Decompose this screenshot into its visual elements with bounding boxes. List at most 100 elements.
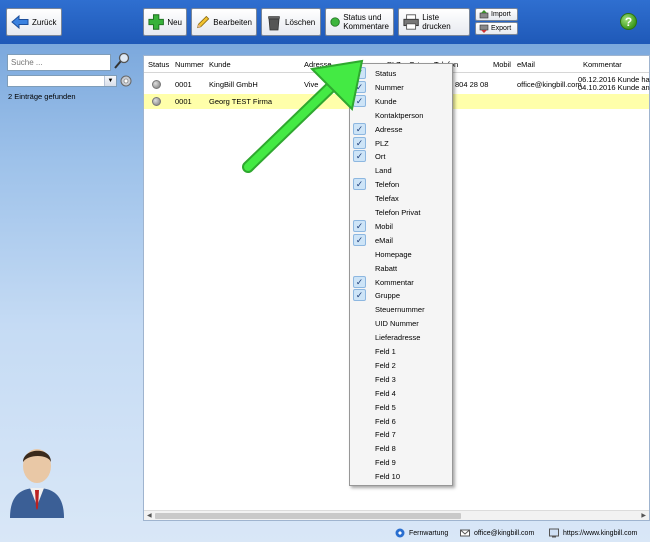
menu-item-gruppe[interactable]: ✓ Gruppe [350, 288, 452, 302]
column-header-kommentar[interactable]: Kommentar [583, 60, 622, 69]
menu-item-feld-2[interactable]: Feld 2 [350, 358, 452, 372]
menu-item-telefon[interactable]: ✓ Telefon [350, 177, 452, 191]
status-dot-icon [330, 17, 340, 27]
column-header-kunde[interactable]: Kunde [209, 60, 231, 69]
menu-item-telefon-privat[interactable]: Telefon Privat [350, 205, 452, 219]
back-button[interactable]: Zurück [6, 8, 62, 36]
export-label: Export [491, 25, 512, 32]
menu-item-label: Feld 5 [375, 402, 396, 412]
menu-item-label: Steuernummer [375, 305, 425, 315]
cell-nummer: 0001 [175, 97, 192, 106]
menu-item-feld-6[interactable]: Feld 6 [350, 414, 452, 428]
menu-item-homepage[interactable]: Homepage [350, 247, 452, 261]
new-button-label: Neu [167, 17, 182, 27]
column-header-mobil[interactable]: Mobil [493, 60, 511, 69]
menu-item-label: PLZ [375, 138, 389, 148]
column-header-adresse[interactable]: Adresse [304, 60, 332, 69]
menu-item-steuernummer[interactable]: Steuernummer [350, 302, 452, 316]
menu-item-email[interactable]: ✓ eMail [350, 233, 452, 247]
status-label-line2: Kommentare [343, 22, 389, 31]
delete-button-label: Löschen [285, 17, 316, 27]
menu-item-feld-10[interactable]: Feld 10 [350, 469, 452, 483]
gear-icon[interactable] [120, 75, 132, 87]
menu-item-ort[interactable]: ✓ Ort [350, 149, 452, 163]
scroll-right-icon[interactable]: ▶ [641, 512, 646, 519]
column-header-status[interactable]: Status [148, 60, 169, 69]
menu-item-land[interactable]: Land [350, 163, 452, 177]
website-link-label: https://www.kingbill.com [563, 529, 638, 537]
print-list-button[interactable]: Liste drucken [398, 8, 470, 36]
search-input[interactable] [7, 54, 111, 71]
export-icon [479, 24, 489, 33]
menu-item-rabatt[interactable]: Rabatt [350, 261, 452, 275]
results-count: 2 Einträge gefunden [8, 92, 76, 101]
cell-nummer: 0001 [175, 80, 192, 89]
globe-icon [549, 528, 559, 538]
menu-item-mobil[interactable]: ✓ Mobil [350, 219, 452, 233]
menu-item-feld-5[interactable]: Feld 5 [350, 400, 452, 414]
remote-support-label: Fernwartung [409, 529, 449, 537]
menu-item-kunde[interactable]: ✓ Kunde [350, 94, 452, 108]
menu-item-plz[interactable]: ✓ PLZ [350, 136, 452, 150]
menu-item-label: Feld 10 [375, 472, 401, 482]
menu-item-feld-4[interactable]: Feld 4 [350, 386, 452, 400]
menu-item-label: Feld 6 [375, 416, 396, 426]
filter-combobox[interactable]: ▼ [7, 75, 117, 87]
menu-item-nummer[interactable]: ✓ Nummer [350, 80, 452, 94]
menu-item-label: Feld 4 [375, 388, 396, 398]
import-button[interactable]: Import [475, 8, 518, 21]
horizontal-scrollbar[interactable]: ◀ ▶ [144, 510, 649, 520]
menu-item-feld-8[interactable]: Feld 8 [350, 441, 452, 455]
menu-item-label: Gruppe [375, 291, 401, 301]
email-link[interactable]: office@kingbill.com [460, 528, 534, 538]
menu-item-lieferadresse[interactable]: Lieferadresse [350, 330, 452, 344]
cell-email: office@kingbill.com [517, 80, 582, 89]
checkmark-icon: ✓ [353, 67, 366, 79]
menu-item-adresse[interactable]: ✓ Adresse [350, 122, 452, 136]
toolbar: Zurück Neu Bearbeiten Löschen Status und… [0, 0, 650, 44]
search-icon[interactable] [113, 52, 131, 70]
menu-item-feld-3[interactable]: Feld 3 [350, 372, 452, 386]
checkmark-icon: ✓ [353, 80, 366, 93]
status-comments-button[interactable]: Status und Kommentare [325, 8, 394, 36]
export-button[interactable]: Export [475, 22, 518, 35]
menu-item-label: Lieferadresse [375, 333, 421, 343]
menu-item-label: Feld 7 [375, 430, 396, 440]
edit-button[interactable]: Bearbeiten [191, 8, 257, 36]
checkmark-icon: ✓ [353, 150, 366, 163]
menu-item-telefax[interactable]: Telefax [350, 191, 452, 205]
remote-support-link[interactable]: Fernwartung [395, 528, 448, 538]
back-button-label: Zurück [32, 17, 57, 27]
chevron-down-icon[interactable]: ▼ [104, 76, 116, 86]
checkmark-icon: ✓ [353, 219, 366, 232]
menu-item-label: Adresse [375, 124, 403, 134]
cell-kommentar-line2: 04.10.2016 Kunde ang [578, 83, 650, 92]
menu-item-kommentar[interactable]: ✓ Kommentar [350, 275, 452, 289]
checkmark-icon: ✓ [353, 275, 366, 288]
print-list-label: Liste drucken [422, 13, 451, 31]
website-link[interactable]: https://www.kingbill.com [549, 528, 637, 538]
menu-item-feld-1[interactable]: Feld 1 [350, 344, 452, 358]
menu-item-label: Feld 1 [375, 347, 396, 356]
menu-item-label: UID Nummer [375, 319, 419, 329]
menu-item-feld-9[interactable]: Feld 9 [350, 455, 452, 469]
plus-icon [148, 14, 164, 30]
column-header-email[interactable]: eMail [517, 60, 535, 69]
menu-item-feld-7[interactable]: Feld 7 [350, 427, 452, 441]
menu-item-uid-nummer[interactable]: UID Nummer [350, 316, 452, 330]
scrollbar-thumb[interactable] [155, 513, 461, 519]
menu-item-status[interactable]: ✓ Status [350, 66, 452, 80]
column-header-nummer[interactable]: Nummer [175, 60, 204, 69]
column-chooser-menu: ✓ Status ✓ Nummer ✓ Kunde Kontaktperson ✓ Adress… [349, 63, 453, 486]
menu-item-label: Kommentar [375, 277, 414, 287]
menu-item-label: Feld 8 [375, 444, 396, 454]
status-dot-icon [152, 80, 161, 89]
status-label-line1: Status und [343, 13, 382, 22]
scroll-left-icon[interactable]: ◀ [147, 512, 152, 519]
delete-button[interactable]: Löschen [261, 8, 321, 36]
help-icon[interactable]: ? [620, 13, 637, 30]
menu-item-kontaktperson[interactable]: Kontaktperson [350, 108, 452, 122]
checkmark-icon: ✓ [353, 94, 366, 107]
new-button[interactable]: Neu [143, 8, 187, 36]
back-arrow-icon [11, 15, 29, 29]
